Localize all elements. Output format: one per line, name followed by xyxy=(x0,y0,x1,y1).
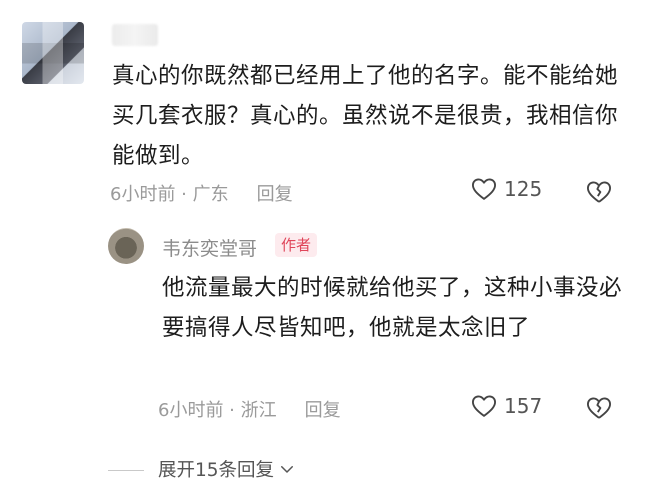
comment-text: 真心的你既然都已经用上了他的名字。能不能给她买几套衣服？真心的。虽然说不是很贵，… xyxy=(112,63,619,169)
reply-like-button[interactable]: 157 xyxy=(470,392,542,420)
chevron-down-icon xyxy=(281,466,294,473)
reply-meta: 6小时前 · 浙江 回复 xyxy=(158,396,341,422)
author-avatar[interactable] xyxy=(108,228,144,264)
comment-reply-button[interactable]: 回复 xyxy=(257,180,293,206)
commenter-username-blurred[interactable] xyxy=(112,24,158,46)
comment-like-count: 125 xyxy=(504,177,543,201)
reply-like-count: 157 xyxy=(504,394,543,418)
broken-heart-icon[interactable] xyxy=(585,394,613,422)
divider xyxy=(108,470,144,471)
author-badge: 作者 xyxy=(275,233,318,257)
expand-replies-label: 展开15条回复 xyxy=(158,460,275,481)
heart-icon xyxy=(471,395,497,417)
commenter-avatar[interactable] xyxy=(22,22,84,84)
reply-text: 他流量最大的时候就给他买了，这种小事没必要搞得人尽皆知吧，他就是太念旧了 xyxy=(162,275,623,341)
author-name[interactable]: 韦东奕堂哥 xyxy=(162,234,257,261)
comment-like-button[interactable]: 125 xyxy=(470,175,542,203)
expand-replies-button[interactable]: 展开15条回复 xyxy=(158,456,296,482)
heart-icon xyxy=(471,178,497,200)
comment-time-location: 6小时前 · 广东 xyxy=(110,184,229,205)
comment-meta: 6小时前 · 广东 回复 xyxy=(110,180,293,206)
reply-reply-button[interactable]: 回复 xyxy=(305,396,341,422)
reply-time-location: 6小时前 · 浙江 xyxy=(158,400,277,421)
broken-heart-icon[interactable] xyxy=(585,178,613,206)
